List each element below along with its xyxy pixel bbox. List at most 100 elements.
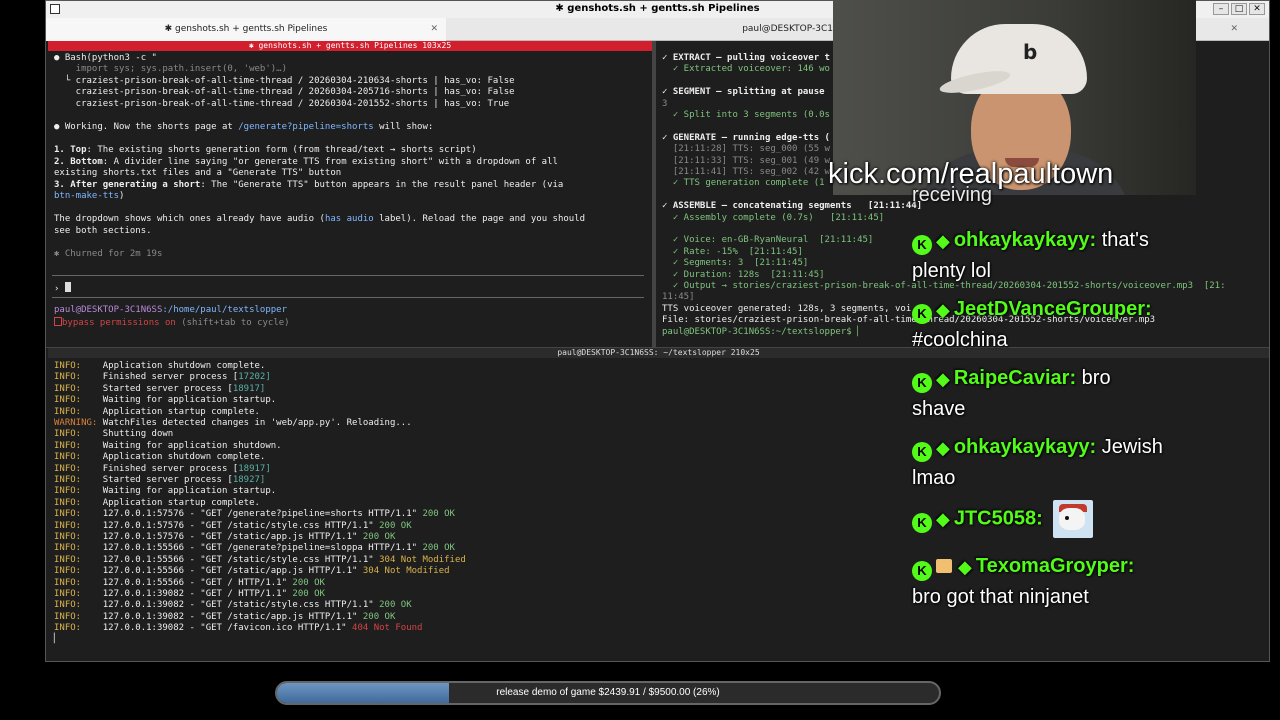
server-log-line: INFO: 127.0.0.1:39082 - "GET / HTTP/1.1"…: [54, 589, 325, 601]
log-message: WatchFiles detected changes in 'web/app.…: [97, 418, 412, 428]
log-message: 127.0.0.1:55566 - "GET /generate?pipelin…: [81, 543, 423, 554]
cursor: [64, 282, 71, 292]
diamond-icon: ◆: [958, 557, 972, 577]
log-level: INFO:: [54, 475, 82, 485]
log-message: Started server process [: [81, 475, 233, 485]
log-status: 200 OK: [292, 589, 325, 599]
log-message: Application startup complete.: [81, 406, 260, 417]
log-message: 127.0.0.1:39082 - "GET /static/style.css…: [81, 600, 380, 611]
log-status: 200 OK: [422, 509, 455, 520]
log-message: Waiting for application startup.: [81, 395, 277, 406]
log-message: Application shutdown complete.: [81, 361, 266, 371]
dropdown-note: The dropdown shows which ones already ha…: [54, 214, 586, 224]
tts-log-line: TTS voiceover generated: 128s, 3 segment…: [662, 303, 912, 314]
server-log-line: INFO: 127.0.0.1:57576 - "GET /static/app…: [54, 532, 395, 544]
log-level: INFO:: [54, 509, 82, 520]
tts-log-line: ✓ SEGMENT — splitting at pause: [662, 87, 825, 98]
server-log-line: INFO: Waiting for application startup.: [54, 486, 276, 498]
tts-log-line: ✓ GENERATE — running edge-tts (: [662, 132, 830, 143]
log-message: Waiting for application shutdown.: [81, 440, 282, 451]
tts-log-line: ✓ Segments: 3 [21:11:45]: [662, 258, 809, 269]
tab-pipelines[interactable]: ✱ genshots.sh + gentts.sh Pipelines ✕: [46, 18, 446, 41]
server-log-line: INFO: 127.0.0.1:39082 - "GET /favicon.ic…: [54, 623, 422, 635]
log-message: 127.0.0.1:39082 - "GET /favicon.ico HTTP…: [81, 623, 353, 634]
diamond-icon: ◆: [936, 369, 950, 389]
log-level: INFO:: [54, 452, 82, 463]
goal-label: release demo of game $2439.91 / $9500.00…: [496, 687, 720, 698]
log-message: 127.0.0.1:39082 - "GET /static/app.js HT…: [81, 611, 363, 622]
bypass-icon: [54, 317, 62, 326]
close-tab-icon[interactable]: ✕: [430, 18, 438, 41]
log-message: Shutting down: [81, 429, 174, 440]
server-log-line: INFO: Application startup complete.: [54, 407, 260, 419]
result-line: └ craziest-prison-break-of-all-time-thre…: [54, 76, 515, 86]
tts-log-line: ✓ ASSEMBLE — concatenating segments [21:…: [662, 201, 923, 212]
server-log-line: INFO: 127.0.0.1:55566 - "GET /static/sty…: [54, 555, 466, 567]
log-level: INFO:: [54, 383, 82, 394]
log-status: 200 OK: [362, 532, 396, 542]
diamond-icon: ◆: [936, 509, 950, 530]
server-log-line: INFO: Application shutdown complete.: [54, 452, 265, 464]
log-status: 200 OK: [379, 520, 412, 531]
list-item-cont: existing shorts.txt files and a "Generat…: [54, 168, 342, 178]
kick-badge-icon: K: [912, 235, 932, 255]
log-status: 404 Not Found: [352, 623, 423, 634]
log-level: INFO:: [54, 486, 82, 497]
close-tab-icon[interactable]: ✕: [1230, 18, 1238, 41]
claude-pane[interactable]: ✱ genshots.sh + gentts.sh Pipelines 103x…: [48, 41, 652, 347]
server-log-line: INFO: Application shutdown complete.: [54, 361, 265, 373]
bash-call: ● Bash(python3 -c ": [54, 53, 157, 63]
pane-header: ✱ genshots.sh + gentts.sh Pipelines 103x…: [48, 41, 652, 51]
log-level: INFO:: [54, 566, 82, 577]
log-status: 18917]: [238, 463, 271, 474]
prompt-input[interactable]: ›: [54, 282, 71, 296]
list-item: 1. Top: The existing shorts generation f…: [54, 145, 477, 155]
shell-prompt: paul@DESKTOP-3C1N6SS:/home/paul/textslop…: [54, 305, 287, 315]
working-line: ● Working. Now the shorts page at /gener…: [54, 122, 434, 132]
chat-message: K ◆ TexomaGroyper: bro got that ninjanet: [912, 551, 1252, 612]
log-status: 200 OK: [292, 577, 325, 588]
log-status: 200 OK: [379, 600, 412, 611]
tts-log-line: paul@DESKTOP-3C1N6SS:~/textslopper$ ▏: [662, 326, 863, 337]
server-log-line: INFO: 127.0.0.1:57576 - "GET /static/sty…: [54, 521, 412, 533]
log-message: Application shutdown complete.: [81, 452, 266, 463]
log-level: INFO:: [54, 395, 82, 406]
maximize-button[interactable]: □: [1231, 3, 1247, 15]
close-window-button[interactable]: ✕: [1249, 3, 1265, 15]
log-message: 127.0.0.1:39082 - "GET / HTTP/1.1": [81, 589, 293, 599]
tts-log-line: 3: [662, 98, 668, 109]
dropdown-note-cont: see both sections.: [54, 226, 152, 236]
tts-log-line: ✓ Duration: 128s [21:11:45]: [662, 269, 825, 280]
tts-log-line: ✓ Split into 3 segments (0.0s: [662, 110, 830, 120]
log-message: Finished server process [: [81, 463, 239, 474]
chat-message: K ◆ RaipeCaviar: bro shave: [912, 363, 1252, 424]
log-status: 200 OK: [422, 543, 455, 554]
log-level: INFO:: [54, 406, 82, 417]
server-log-line: INFO: 127.0.0.1:55566 - "GET /static/app…: [54, 566, 450, 578]
tts-log-line: ✓ Voice: en-GB-RyanNeural [21:11:45]: [662, 235, 874, 246]
tab-label: ✱ genshots.sh + gentts.sh Pipelines: [164, 24, 328, 34]
tts-log-line: [21:11:33] TTS: seg_001 (49 w: [662, 155, 830, 166]
server-log-line: INFO: Finished server process [17202]: [54, 372, 271, 384]
log-status: 304 Not Modified: [362, 566, 450, 577]
log-message: Application startup complete.: [81, 497, 260, 508]
log-message: 127.0.0.1:55566 - "GET /static/app.js HT…: [81, 566, 363, 577]
log-level: INFO:: [54, 600, 82, 611]
bash-args: import sys; sys.path.insert(0, 'web')…): [54, 64, 287, 74]
log-message: Waiting for application startup.: [81, 486, 277, 497]
stream-url: kick.com/realpaultown: [828, 158, 1114, 190]
tts-log-line: [21:11:28] TTS: seg_000 (55 w: [662, 144, 830, 155]
server-log-line: INFO: Application startup complete.: [54, 498, 260, 510]
log-level: INFO:: [54, 361, 82, 371]
tts-log-line: ✓ Rate: -15% [21:11:45]: [662, 246, 803, 257]
log-level: INFO:: [54, 611, 82, 622]
log-level: INFO:: [54, 429, 82, 440]
log-status: 18927]: [232, 475, 266, 485]
diamond-icon: ◆: [936, 438, 950, 458]
kick-badge-icon: K: [912, 304, 932, 324]
minimize-button[interactable]: –: [1213, 3, 1229, 15]
log-cursor: ▏: [54, 634, 60, 644]
prompt-divider: [52, 297, 644, 298]
list-item: 2. Bottom: A divider line saying "or gen…: [54, 157, 558, 167]
pipeline-link: /generate?pipeline=shorts: [238, 122, 374, 132]
